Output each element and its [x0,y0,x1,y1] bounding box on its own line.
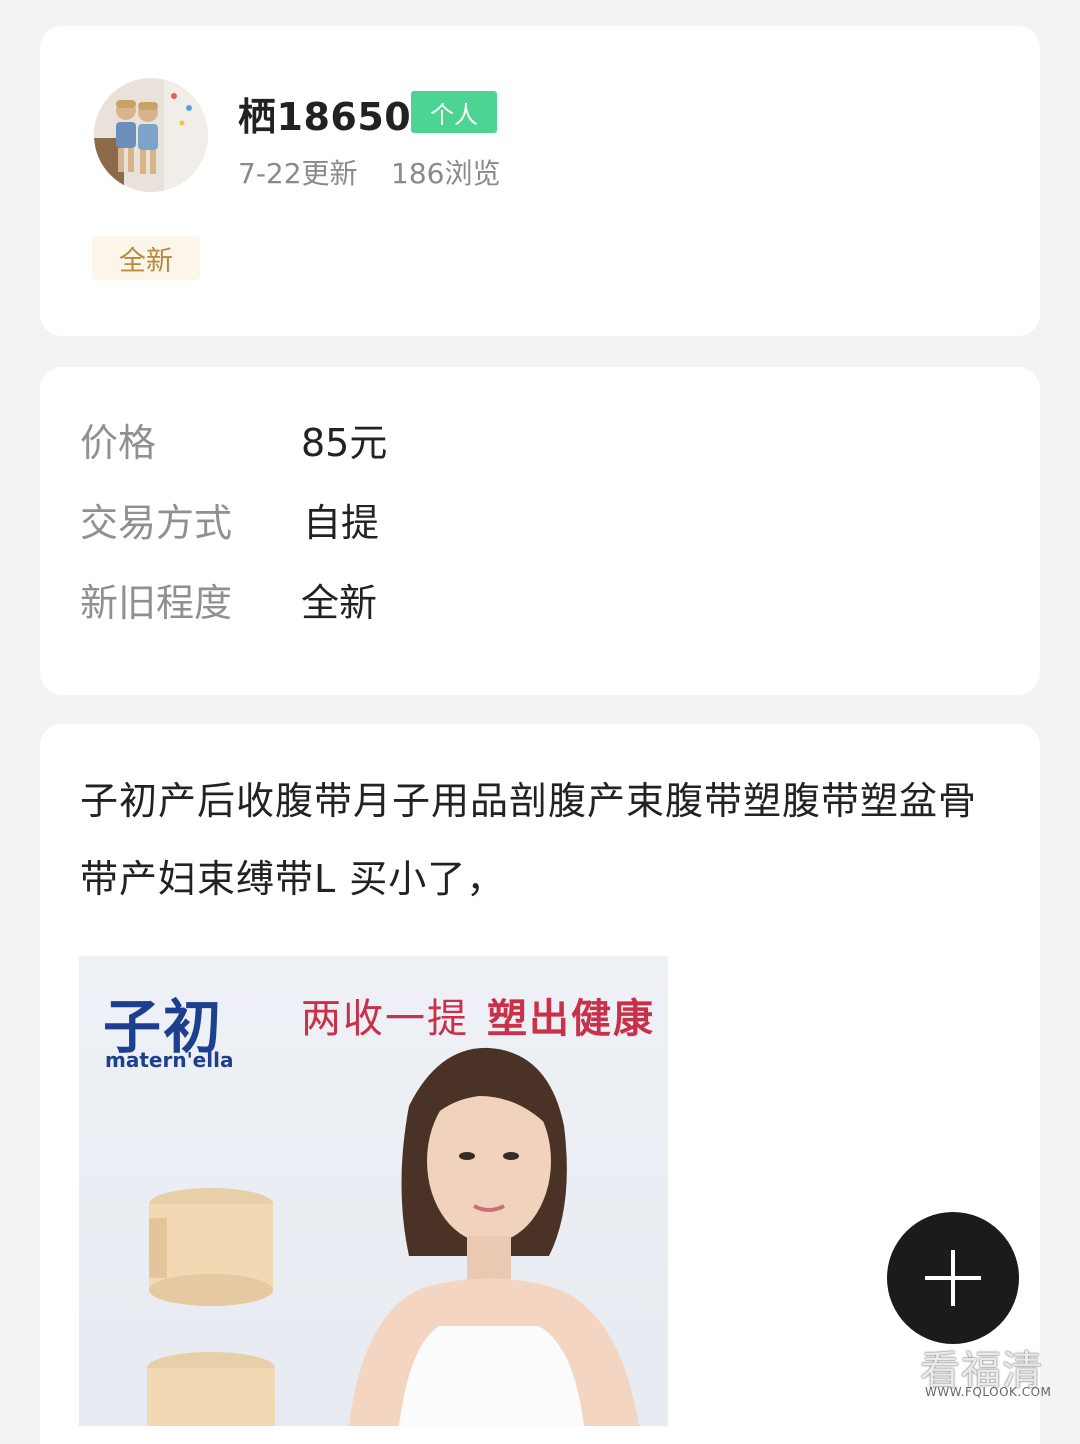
view-count: 186浏览 [391,157,501,190]
updated-date: 7-22更新 [238,157,358,190]
condition-tag: 全新 [92,236,200,280]
price-row: 价格 85元 [80,413,980,473]
price-label: 价格 [80,421,157,465]
description-card: 子初产后收腹带月子用品剖腹产束腹带塑腹带塑盆骨带产妇束缚带L 买小了， 子初 m… [40,724,1040,1444]
condition-label: 新旧程度 [80,581,233,625]
condition-value: 全新 [301,581,378,625]
description-text: 子初产后收腹带月子用品剖腹产束腹带塑腹带塑盆骨带产妇束缚带L 买小了， [80,779,978,901]
product-image[interactable]: 子初 matern'ella 两收一提 塑出健康 [79,956,668,1426]
condition-row: 新旧程度 全新 [80,573,980,633]
details-card: 价格 85元 交易方式 自提 新旧程度 全新 [40,367,1040,695]
seller-card: 栖18650 个人 7-22更新 186浏览 全新 [40,26,1040,336]
trade-method-value: 自提 [303,501,380,545]
seller-username[interactable]: 栖18650 [238,86,411,141]
avatar-photo [94,78,208,192]
plus-icon [925,1250,981,1306]
add-post-button[interactable] [887,1212,1019,1344]
product-photo [147,1047,639,1426]
avatar[interactable] [94,78,208,192]
trade-method-row: 交易方式 自提 [80,493,980,553]
price-value: 85元 [301,421,388,465]
watermark-url: WWW.FQLOOK.COM [925,1385,1052,1399]
trade-method-label: 交易方式 [80,501,233,545]
personal-badge: 个人 [411,91,497,133]
